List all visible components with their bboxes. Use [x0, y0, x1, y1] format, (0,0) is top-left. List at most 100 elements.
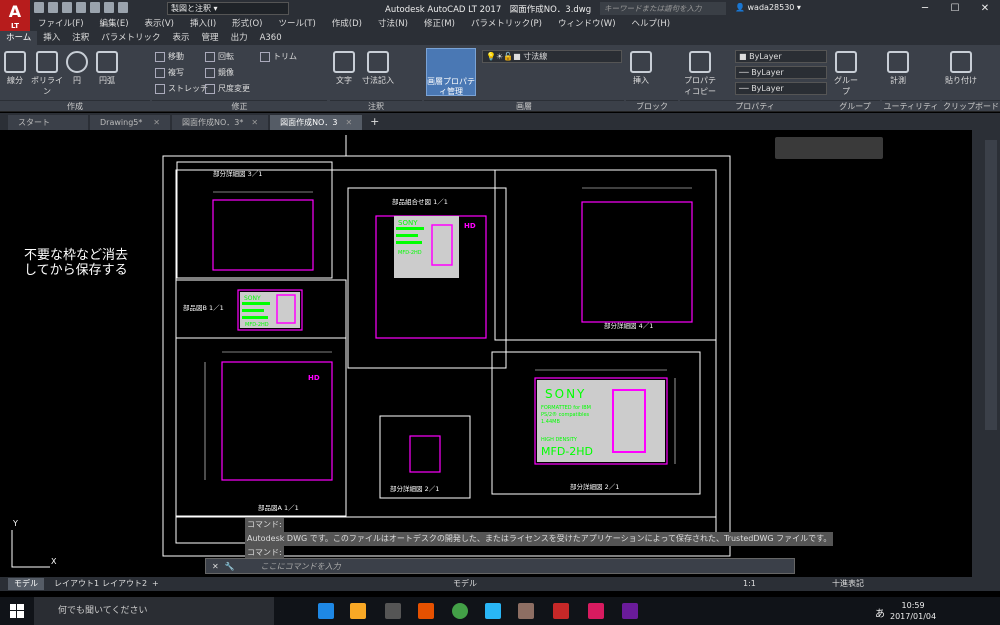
close-icon[interactable]: ✕: [153, 115, 160, 130]
close-button[interactable]: ✕: [970, 0, 1000, 17]
tab-manage[interactable]: 管理: [196, 31, 225, 45]
ime-indicator[interactable]: あ: [875, 605, 885, 620]
menu-window[interactable]: ウィンドウ(W): [550, 17, 624, 31]
close-icon[interactable]: ✕: [251, 115, 258, 130]
command-input[interactable]: ここにコマンドを入力: [261, 561, 341, 572]
utilities-panel-label[interactable]: ユーティリティ: [882, 100, 940, 112]
group-button[interactable]: グループ: [832, 51, 860, 97]
store-icon[interactable]: [385, 603, 401, 619]
explorer-icon[interactable]: [350, 603, 366, 619]
color-select[interactable]: ■ ByLayer: [735, 50, 827, 63]
workspace-select[interactable]: 製図と注釈 ▾: [167, 2, 289, 15]
open-icon[interactable]: [48, 2, 58, 13]
menu-tools[interactable]: ツール(T): [270, 17, 323, 31]
new-tab-button[interactable]: +: [364, 113, 385, 130]
tab-output[interactable]: 出力: [225, 31, 254, 45]
units-style[interactable]: 十進表記: [832, 578, 864, 590]
move-button[interactable]: 移動: [155, 51, 184, 62]
command-line[interactable]: ✕ 🔧 ここにコマンドを入力: [205, 558, 795, 574]
doc-tab-drawing5[interactable]: Drawing5* ✕: [90, 115, 170, 130]
layers-panel-label[interactable]: 画層: [424, 100, 624, 112]
navigation-bar[interactable]: [775, 137, 883, 159]
menu-parametric[interactable]: パラメトリック(P): [463, 17, 550, 31]
menu-help[interactable]: ヘルプ(H): [624, 17, 679, 31]
circle-button[interactable]: 円: [66, 51, 88, 86]
plot-icon[interactable]: [90, 2, 100, 13]
tab-home[interactable]: ホーム: [0, 31, 38, 45]
text-button[interactable]: 文字: [333, 51, 355, 86]
close-icon[interactable]: ✕: [212, 562, 219, 571]
doc-tab-start[interactable]: スタート: [8, 115, 88, 130]
menu-file[interactable]: ファイル(F): [30, 17, 92, 31]
wrench-icon[interactable]: 🔧: [225, 562, 235, 571]
line-button[interactable]: 線分: [4, 51, 26, 86]
modify-panel-label[interactable]: 修正: [152, 100, 327, 112]
tab-insert[interactable]: 挿入: [37, 31, 66, 45]
keyword-search-input[interactable]: キーワードまたは語句を入力: [600, 2, 726, 15]
properties-palette-strip[interactable]: [985, 140, 997, 430]
stretch-button[interactable]: ストレッチ: [155, 83, 208, 94]
paint-icon[interactable]: [518, 603, 534, 619]
new-icon[interactable]: [34, 2, 44, 13]
taskbar-search[interactable]: 何でも聞いてください: [34, 597, 274, 625]
undo-icon[interactable]: [104, 2, 114, 13]
layout-tab-model[interactable]: モデル: [8, 578, 44, 590]
drawing-canvas[interactable]: 部分詳細図 3／1 部品組合せ図 1／1 部分詳細図 4／1 部品図B 1／1 …: [0, 130, 972, 577]
arc-button[interactable]: 円弧: [94, 51, 120, 86]
scale-button[interactable]: 尺度変更: [205, 83, 250, 94]
windows-start-icon[interactable]: [10, 604, 24, 618]
media-icon[interactable]: [418, 603, 434, 619]
tab-parametric[interactable]: パラメトリック: [95, 31, 166, 45]
app-menu-button[interactable]: A LT: [0, 0, 30, 31]
menu-insert[interactable]: 挿入(I): [182, 17, 224, 31]
hp-icon[interactable]: [588, 603, 604, 619]
minimize-button[interactable]: ─: [910, 0, 940, 17]
draw-panel-label[interactable]: 作成: [0, 100, 150, 112]
paste-button[interactable]: 貼り付け: [944, 51, 978, 86]
layer-select[interactable]: 💡☀🔓■ 寸法線: [482, 50, 622, 63]
groups-panel-label[interactable]: グループ: [830, 100, 880, 112]
dimension-button[interactable]: 寸法記入: [360, 51, 396, 86]
measure-button[interactable]: 計測: [886, 51, 910, 86]
model-space-toggle[interactable]: モデル: [453, 578, 477, 590]
taskbar-clock[interactable]: 10:59 2017/01/04: [890, 600, 936, 622]
user-account[interactable]: 👤 wada28530 ▾: [735, 3, 801, 12]
add-layout-button[interactable]: +: [146, 578, 165, 590]
mirror-button[interactable]: 鏡像: [205, 67, 234, 78]
linetype-select[interactable]: ── ByLayer: [735, 66, 827, 79]
clipboard-panel-label[interactable]: クリップボード: [942, 100, 1000, 112]
annotation-scale[interactable]: 1:1: [743, 578, 756, 590]
layout-tab-layout2[interactable]: レイアウト2: [96, 578, 153, 590]
ie-icon[interactable]: [485, 603, 501, 619]
close-icon[interactable]: ✕: [345, 115, 352, 130]
tab-view[interactable]: 表示: [167, 31, 196, 45]
tab-annotate[interactable]: 注釈: [66, 31, 95, 45]
menu-dimension[interactable]: 寸法(N): [370, 17, 416, 31]
menu-modify[interactable]: 修正(M): [416, 17, 463, 31]
lineweight-select[interactable]: ── ByLayer: [735, 82, 827, 95]
menu-view[interactable]: 表示(V): [137, 17, 182, 31]
doc-tab-drawing-no3-modified[interactable]: 図面作成NO．3* ✕: [172, 115, 269, 130]
autocad-taskbar-icon[interactable]: [553, 603, 569, 619]
saveas-icon[interactable]: [76, 2, 86, 13]
insert-block-button[interactable]: 挿入: [628, 51, 654, 86]
menu-draw[interactable]: 作成(D): [324, 17, 370, 31]
layer-properties-button[interactable]: 画層プロパティ管理: [426, 48, 476, 96]
app-icon[interactable]: [622, 603, 638, 619]
annotation-panel-label[interactable]: 注釈: [330, 100, 422, 112]
block-panel-label[interactable]: ブロック: [626, 100, 678, 112]
chrome-icon[interactable]: [452, 603, 468, 619]
maximize-button[interactable]: ☐: [940, 0, 970, 17]
edge-icon[interactable]: [318, 603, 334, 619]
tab-a360[interactable]: A360: [254, 31, 288, 45]
polyline-button[interactable]: ポリライン: [30, 51, 64, 97]
trim-button[interactable]: トリム: [260, 51, 297, 62]
doc-tab-drawing-no3[interactable]: 図面作成NO．3 ✕: [270, 115, 363, 130]
save-icon[interactable]: [62, 2, 72, 13]
properties-panel-label[interactable]: プロパティ: [680, 100, 830, 112]
copy-button[interactable]: 複写: [155, 67, 184, 78]
rotate-button[interactable]: 回転: [205, 51, 234, 62]
match-properties-button[interactable]: プロパティコピー: [682, 51, 718, 97]
redo-icon[interactable]: [118, 2, 128, 13]
menu-edit[interactable]: 編集(E): [92, 17, 137, 31]
